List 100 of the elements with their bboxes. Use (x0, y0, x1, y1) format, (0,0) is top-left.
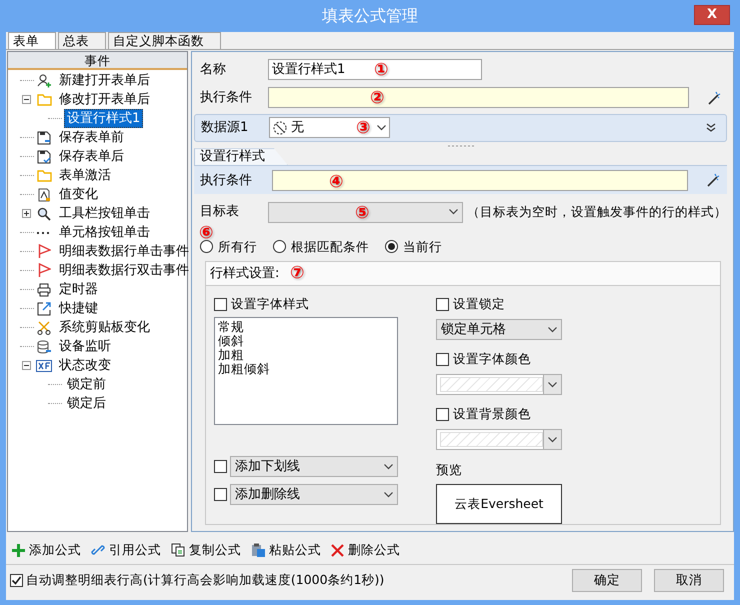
field-label: 执行条件 (199, 89, 253, 108)
tree-item[interactable]: 新建打开表单后 (56, 71, 153, 90)
tree-item[interactable]: 修改打开表单后 (56, 90, 153, 109)
callout-number: ⑦ (290, 265, 304, 282)
callout-number: ① (374, 62, 388, 80)
checkbox[interactable] (436, 408, 449, 422)
list-item[interactable]: 倾斜 (218, 334, 394, 348)
radio-button[interactable] (200, 240, 213, 254)
panel-header: 事件 (8, 52, 187, 70)
tree-item[interactable]: 系统剪贴板变化 (56, 318, 153, 337)
field-label: 目标表 (199, 203, 240, 222)
dropdown[interactable]: 添加下划线 (230, 456, 398, 478)
caret-icon (377, 124, 386, 131)
field-label: 数据源1 (200, 119, 250, 138)
tree-item[interactable]: 状态改变 (56, 356, 114, 375)
checkbox[interactable] (436, 298, 449, 312)
tree-item[interactable]: 保存表单前 (56, 128, 127, 147)
radio-button[interactable] (273, 240, 286, 254)
tree-item[interactable]: 设备监听 (56, 337, 114, 356)
radio-label: 所有行 (218, 238, 257, 256)
expand-toggle[interactable] (22, 95, 30, 104)
tree-item[interactable]: 明细表数据行双击事件 (56, 261, 192, 280)
list-item[interactable]: 加粗倾斜 (218, 362, 394, 376)
tree-item[interactable]: 工具栏按钮单击 (56, 204, 153, 223)
expand-toggle[interactable] (22, 209, 30, 218)
tab[interactable]: 自定义脚本函数 (108, 32, 221, 49)
caret-icon (449, 209, 458, 216)
link-icon (91, 543, 105, 557)
database-icon (37, 340, 51, 354)
list-item[interactable]: 常规 (218, 320, 394, 334)
dropdown[interactable]: 添加删除线 (230, 484, 398, 506)
condition-field[interactable]: ② (268, 87, 689, 108)
field-value: 无 (291, 119, 304, 138)
name-field[interactable]: 设置行样式1 ① (268, 59, 482, 80)
checkbox[interactable] (214, 298, 227, 312)
magic-wand-icon (707, 90, 721, 105)
flag-icon (38, 244, 50, 259)
tree-item[interactable]: 锁定前 (64, 375, 109, 394)
save-icon (37, 150, 51, 164)
caret-icon (548, 382, 557, 388)
checkbox[interactable] (214, 460, 227, 474)
datasource-dropdown[interactable]: 无 ③ (269, 117, 390, 138)
flag-icon (38, 263, 50, 278)
search-icon (37, 206, 51, 220)
expand-icon[interactable] (706, 122, 716, 133)
scissors-icon (37, 320, 51, 334)
checkbox[interactable] (436, 353, 449, 366)
expand-toggle[interactable] (22, 361, 30, 370)
preview-label: 预览 (436, 461, 463, 480)
caret-icon (548, 326, 557, 333)
tree-item[interactable]: 设置行样式1 (64, 109, 144, 128)
checkbox-label: 设置字体样式 (231, 295, 309, 314)
dialog-button[interactable]: 取消 (654, 569, 724, 592)
checkbox-label: 设置字体颜色 (453, 350, 531, 368)
dialog-button[interactable]: 确定 (572, 569, 642, 592)
checkbox[interactable] (214, 488, 227, 502)
caret-icon (548, 436, 557, 443)
field-value: 设置行样式1 (272, 61, 346, 80)
tree-item[interactable]: 单元格按钮单击 (56, 223, 153, 242)
tree-item[interactable]: 锁定后 (64, 394, 109, 413)
toolbar-button[interactable]: 复制公式 (171, 540, 241, 560)
target-dropdown[interactable]: ⑤ (268, 202, 463, 223)
magic-wand-icon (706, 173, 720, 188)
caret-icon (384, 464, 393, 470)
tree-item[interactable]: 快捷键 (56, 299, 101, 318)
font-style-list[interactable]: 常规 倾斜 加粗 加粗倾斜 (214, 317, 398, 426)
radio-button[interactable] (385, 240, 398, 254)
condition-field[interactable]: ④ (272, 170, 688, 191)
tree-item[interactable]: 值变化 (56, 185, 101, 204)
save-icon (37, 130, 51, 144)
document-icon (37, 188, 51, 202)
list-item[interactable]: 加粗 (218, 348, 394, 362)
folder-icon (36, 169, 52, 182)
radio-label: 当前行 (403, 238, 442, 256)
color-dropdown[interactable] (436, 429, 562, 450)
callout-number: ③ (356, 120, 370, 138)
checkbox-label: 设置锁定 (453, 295, 505, 314)
field-label: 名称 (199, 61, 227, 80)
callout-number: ④ (329, 174, 344, 191)
toolbar-button[interactable]: 引用公式 (91, 540, 161, 560)
checkbox-label: 设置背景颜色 (453, 405, 531, 424)
radio-label: 根据匹配条件 (291, 238, 369, 256)
toolbar-button[interactable]: 粘贴公式 (251, 540, 321, 560)
close-button[interactable]: X (694, 5, 730, 25)
toolbar-button[interactable]: 添加公式 (12, 540, 81, 560)
color-dropdown[interactable] (436, 374, 562, 396)
tree-item[interactable]: 保存表单后 (56, 147, 127, 166)
tree-item[interactable]: 表单激活 (56, 166, 114, 185)
tab[interactable]: 表单 (8, 32, 56, 49)
tab[interactable]: 总表 (58, 32, 106, 49)
dropdown[interactable]: 锁定单元格 (436, 319, 562, 340)
checkbox[interactable] (10, 574, 23, 587)
clipboard-icon (251, 543, 265, 557)
folder-icon (36, 93, 52, 106)
tree-item[interactable]: 明细表数据行单击事件 (56, 242, 192, 261)
field-label: 执行条件 (199, 172, 253, 190)
toolbar-button[interactable]: 删除公式 (331, 540, 400, 560)
tab[interactable]: 设置行样式 (194, 148, 288, 166)
tree-item[interactable]: 定时器 (56, 280, 101, 299)
plus-icon (12, 544, 25, 556)
